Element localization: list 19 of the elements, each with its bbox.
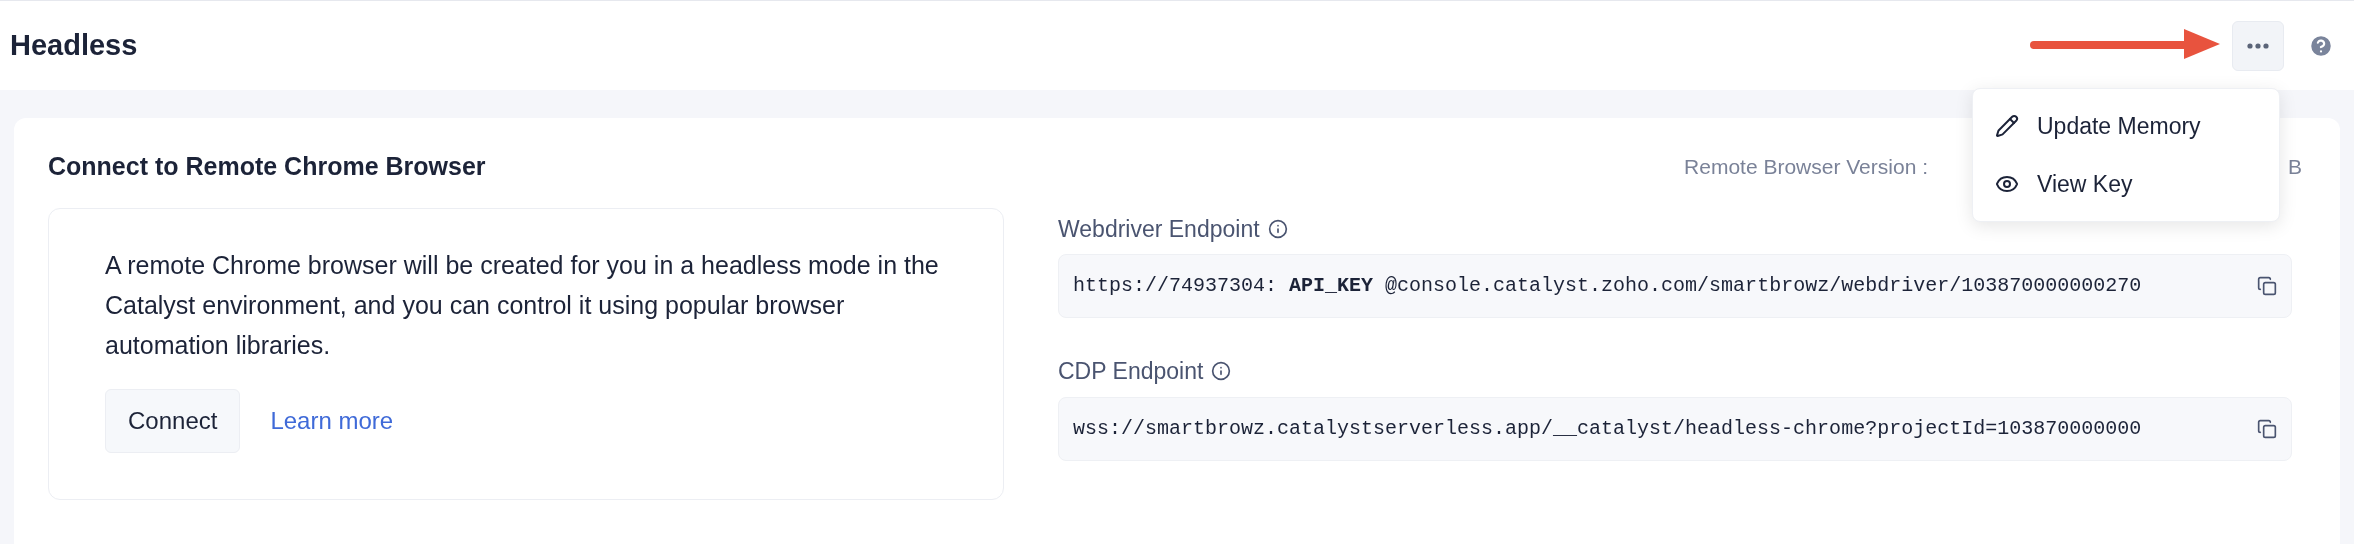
endpoint-url: https://74937304: API_KEY @console.catalyst.zoho.com/smartbrowz/webdriver/103870000000270 — [1073, 273, 2143, 299]
intro-text: A remote Chrome browser will be created for you in a headless mode in the Catalyst environment, and you can control it using popular browser automation libraries. — [105, 249, 940, 361]
learn-more-link[interactable]: Learn more — [270, 402, 394, 439]
menu-item[interactable]: View Key — [1973, 155, 2279, 213]
version-label: Remote Browser Version : — [1684, 154, 1928, 180]
card-title: Connect to Remote Chrome Browser — [48, 151, 487, 182]
pencil-icon — [1995, 114, 2019, 138]
endpoint-label: CDP Endpoint — [1058, 357, 1204, 386]
page-title: Headless — [10, 27, 138, 63]
connect-button[interactable]: Connect — [105, 388, 241, 453]
info-icon[interactable] — [1211, 361, 1232, 382]
endpoint-label: Webdriver Endpoint — [1058, 214, 1260, 244]
info-icon[interactable] — [1267, 218, 1288, 239]
copy-icon[interactable] — [2257, 276, 2277, 296]
version-value: B — [2288, 154, 2302, 180]
endpoint-url: wss://smartbrowz.catalystserverless.app/__catalyst/headless-chrome?projectId=103870000000 — [1073, 415, 2143, 442]
more-icon — [2247, 42, 2269, 49]
menu-item[interactable]: Update Memory — [1973, 97, 2279, 155]
copy-icon[interactable] — [2257, 418, 2277, 439]
